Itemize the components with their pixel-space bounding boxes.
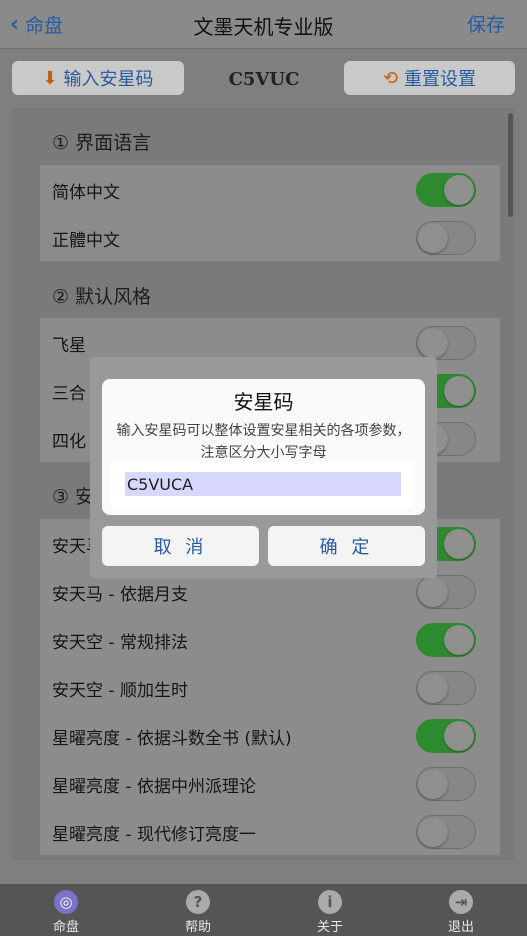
setting-row: 星曜亮度 - 依据斗数全书 (默认) bbox=[40, 711, 500, 760]
help-icon: ? bbox=[186, 890, 210, 914]
setting-row: 安天空 - 常规排法 bbox=[40, 615, 500, 664]
confirm-button[interactable]: 确 定 bbox=[268, 526, 425, 566]
toggle-switch[interactable] bbox=[416, 623, 476, 657]
switch-knob bbox=[418, 328, 448, 358]
toggle-switch[interactable] bbox=[416, 575, 476, 609]
setting-label: 正體中文 bbox=[52, 231, 120, 251]
info-icon: i bbox=[318, 890, 342, 914]
exit-icon: ⇥ bbox=[449, 890, 473, 914]
navigation-bar: ‹ 命盘 文墨天机专业版 保存 bbox=[0, 0, 527, 49]
input-code-label: 输入安星码 bbox=[63, 69, 154, 90]
section-header-language: ① 界面语言 bbox=[52, 132, 152, 154]
toggle-switch[interactable] bbox=[416, 173, 476, 207]
toggle-switch[interactable] bbox=[416, 326, 476, 360]
setting-label: 安天空 - 常规排法 bbox=[52, 633, 188, 653]
tab-label: 帮助 bbox=[184, 920, 211, 935]
tab-help[interactable]: ? 帮助 bbox=[132, 884, 264, 936]
toggle-switch[interactable] bbox=[416, 671, 476, 705]
dialog-title: 安星码 bbox=[233, 390, 294, 414]
section-header-rules: ③ 安 bbox=[52, 486, 95, 508]
switch-knob bbox=[444, 529, 474, 559]
tab-exit[interactable]: ⇥ 退出 bbox=[395, 884, 527, 936]
toggle-switch[interactable] bbox=[416, 815, 476, 849]
switch-knob bbox=[418, 817, 448, 847]
switch-knob bbox=[444, 721, 474, 751]
page-title: 文墨天机专业版 bbox=[193, 15, 334, 39]
toggle-switch[interactable] bbox=[416, 221, 476, 255]
setting-label: 安天马 - 依据月支 bbox=[52, 585, 188, 605]
tab-bar: ◎ 命盘 ? 帮助 i 关于 ⇥ 退出 bbox=[0, 884, 527, 936]
toggle-switch[interactable] bbox=[416, 719, 476, 753]
setting-row: 简体中文 bbox=[40, 165, 500, 214]
reset-settings-label: 重置设置 bbox=[404, 69, 477, 90]
save-button[interactable]: 保存 bbox=[467, 10, 505, 37]
setting-label: 星曜亮度 - 现代修订亮度一 bbox=[52, 825, 256, 845]
tab-chart[interactable]: ◎ 命盘 bbox=[0, 884, 132, 936]
cancel-button[interactable]: 取 消 bbox=[102, 526, 259, 566]
setting-row: 安天空 - 顺加生时 bbox=[40, 663, 500, 712]
section-header-style: ② 默认风格 bbox=[52, 286, 152, 308]
switch-knob bbox=[444, 625, 474, 655]
setting-row: 正體中文 bbox=[40, 213, 500, 262]
switch-knob bbox=[444, 175, 474, 205]
setting-row: 星曜亮度 - 现代修订亮度一 bbox=[40, 807, 500, 856]
setting-label: 简体中文 bbox=[52, 183, 120, 203]
input-code-button[interactable]: ⬇ 输入安星码 bbox=[12, 61, 184, 95]
switch-knob bbox=[418, 769, 448, 799]
scrollbar[interactable] bbox=[508, 113, 513, 217]
tab-label: 关于 bbox=[316, 920, 343, 935]
setting-row: 星曜亮度 - 依据中州派理论 bbox=[40, 759, 500, 808]
switch-knob bbox=[418, 577, 448, 607]
setting-label: 安天空 - 顺加生时 bbox=[52, 681, 188, 701]
setting-label: 星曜亮度 - 依据中州派理论 bbox=[52, 777, 256, 797]
tab-label: 命盘 bbox=[52, 920, 79, 935]
refresh-icon: ⟲ bbox=[382, 67, 399, 89]
tab-about[interactable]: i 关于 bbox=[264, 884, 396, 936]
dialog-message: 输入安星码可以整体设置安星相关的各项参数，注意区分大小写字母 bbox=[116, 423, 411, 461]
switch-knob bbox=[444, 376, 474, 406]
setting-label: 四化 bbox=[52, 432, 86, 452]
target-icon: ◎ bbox=[54, 890, 78, 914]
setting-label: 飞星 bbox=[52, 336, 86, 356]
code-input[interactable] bbox=[125, 472, 401, 496]
toggle-switch[interactable] bbox=[416, 767, 476, 801]
setting-label: 星曜亮度 - 依据斗数全书 (默认) bbox=[52, 729, 292, 749]
reset-settings-button[interactable]: ⟲ 重置设置 bbox=[344, 61, 515, 95]
download-icon: ⬇ bbox=[42, 67, 58, 89]
tab-label: 退出 bbox=[447, 920, 474, 935]
current-code: C5VUC bbox=[228, 69, 300, 90]
toolbar: ⬇ 输入安星码 C5VUC ⟲ 重置设置 bbox=[0, 48, 527, 108]
code-input-container bbox=[111, 462, 413, 508]
switch-knob bbox=[418, 223, 448, 253]
switch-knob bbox=[418, 673, 448, 703]
